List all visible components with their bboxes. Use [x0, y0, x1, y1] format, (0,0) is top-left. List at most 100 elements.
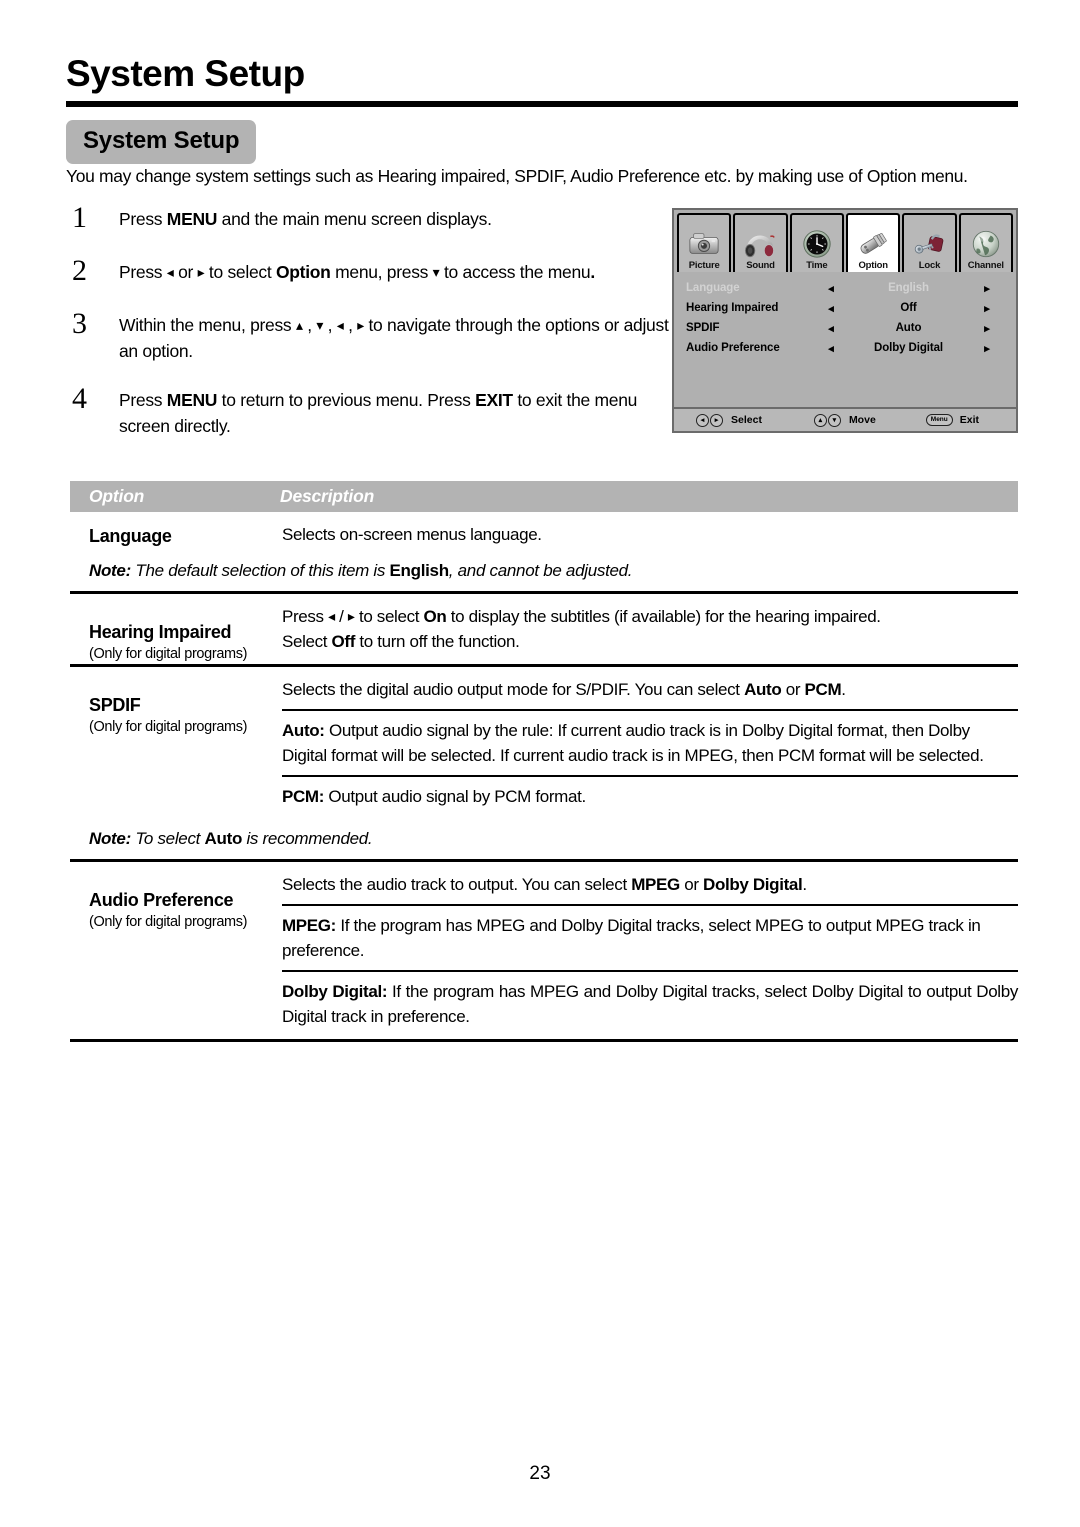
table-cell-option: Audio Preference (Only for digital progra…	[70, 862, 282, 1039]
step-text: Press MENU and the main menu screen disp…	[119, 209, 492, 229]
right-arrow-icon: ▸	[710, 413, 723, 427]
description-paragraph: PCM: Output audio signal by PCM format.	[282, 787, 586, 806]
plug-connector-icon	[860, 233, 887, 254]
instruction-step: 2 Press ◂ or ▸ to select Option menu, pre…	[72, 254, 672, 289]
step-text: Press ◂ or ▸ to select Option menu, pres…	[119, 262, 595, 282]
option-note: (Only for digital programs)	[89, 646, 248, 662]
title-divider	[66, 101, 1018, 107]
page-number: 23	[529, 1463, 551, 1484]
step-number: 3	[72, 307, 87, 340]
osd-option-row[interactable]: Hearing Impaired ◂ Off ▸	[674, 298, 1016, 318]
option-note: (Only for digital programs)	[89, 719, 248, 735]
table-row: Language Selects on-screen menus language…	[70, 512, 1018, 557]
osd-tab-sound[interactable]: Sound	[733, 213, 788, 272]
step-text: Within the menu, press ▴ , ▾ , ◂ , ▸ to …	[119, 315, 669, 361]
osd-option-list: Language ◂ English ▸ Hearing Impaired ◂ Off ▸ SP…	[674, 272, 1016, 358]
step-number: 4	[72, 382, 87, 415]
osd-tab-lock[interactable]: Lock	[902, 213, 957, 272]
table-cell-description: Selects the audio track to output. You c…	[282, 862, 1018, 1039]
section-chip: System Setup	[66, 120, 257, 164]
osd-option-label: SPDIF	[686, 322, 720, 334]
description-paragraph: MPEG: If the program has MPEG and Dolby …	[282, 916, 981, 960]
right-arrow-icon[interactable]: ▸	[971, 302, 1003, 315]
osd-footer-hints: ◂ ▸ Select ▴ ▾ Move Menu Exit	[674, 407, 1016, 431]
table-header-description: Description	[280, 486, 375, 506]
table-row: Hearing Impaired (Only for digital progra…	[70, 594, 1018, 664]
osd-option-label: Hearing Impaired	[686, 302, 779, 314]
osd-option-value: Off	[900, 302, 917, 314]
option-name: SPDIF	[89, 695, 141, 715]
osd-tab-option[interactable]: Option	[845, 213, 901, 272]
osd-tab-label: Option	[858, 260, 888, 271]
table-cell-description: Press ◂ / ▸ to select On to display the …	[282, 594, 1018, 664]
description-paragraph: Selects the digital audio output mode fo…	[282, 680, 846, 699]
description-divider	[282, 970, 1018, 972]
left-arrow-icon[interactable]: ◂	[816, 322, 846, 335]
osd-tab-picture[interactable]: Picture	[677, 213, 732, 272]
left-arrow-icon[interactable]: ◂	[816, 342, 846, 355]
table-header-option: Option	[89, 486, 145, 506]
option-name: Language	[89, 526, 172, 546]
osd-hint-select: ◂ ▸ Select	[696, 413, 762, 427]
table-note: Note: The default selection of this item…	[89, 561, 633, 580]
instruction-step: 3 Within the menu, press ▴ , ▾ , ◂ , ▸ to…	[72, 307, 672, 364]
osd-tab-label: Lock	[918, 260, 941, 271]
camera-icon	[689, 233, 719, 254]
osd-tab-channel[interactable]: Channel	[958, 213, 1013, 272]
osd-menu-screenshot: Picture Sound Time Option Lock Channel L…	[672, 208, 1018, 433]
osd-option-value: English	[888, 282, 929, 294]
padlock-key-icon	[915, 234, 944, 254]
description-paragraph: Dolby Digital: If the program has MPEG a…	[282, 982, 1018, 1026]
option-name: Audio Preference	[89, 890, 234, 910]
osd-tab-label: Time	[806, 260, 828, 271]
description-paragraph: Press ◂ / ▸ to select On to display the …	[282, 607, 881, 626]
instruction-step: 1 Press MENU and the main menu screen dis…	[72, 201, 672, 236]
osd-tab-time[interactable]: Time	[789, 213, 844, 272]
left-arrow-icon: ◂	[828, 282, 834, 295]
table-cell-description: Selects on-screen menus language.	[282, 512, 1018, 557]
menu-key-icon: Menu	[925, 414, 953, 426]
table-row: SPDIF (Only for digital programs) Selects …	[70, 667, 1018, 819]
instruction-step: 4 Press MENU to return to previous menu. …	[72, 382, 672, 439]
right-arrow-icon: ▸	[984, 282, 990, 295]
description-divider	[282, 904, 1018, 906]
clock-icon	[803, 230, 831, 258]
left-arrow-icon: ◂	[696, 413, 709, 427]
left-arrow-icon[interactable]: ◂	[816, 302, 846, 315]
step-text: Press MENU to return to previous menu. P…	[119, 390, 638, 436]
osd-option-value: Auto	[895, 322, 922, 334]
table-header-row: Option Description	[70, 481, 1018, 512]
osd-tab-bar: Picture Sound Time Option Lock Channel	[674, 210, 1016, 272]
table-note: Note: To select Auto is recommended.	[89, 829, 373, 848]
table-cell-option: Hearing Impaired (Only for digital progra…	[70, 594, 282, 664]
intro-paragraph: You may change system settings such as H…	[66, 166, 968, 186]
osd-option-label: Audio Preference	[686, 342, 780, 354]
description-paragraph: Selects on-screen menus language.	[282, 525, 542, 544]
globe-icon	[972, 230, 999, 258]
table-cell-option: SPDIF (Only for digital programs)	[70, 667, 282, 819]
table-row: Audio Preference (Only for digital progra…	[70, 862, 1018, 1039]
option-description-table: Option Description Language Selects on-sc…	[70, 481, 1018, 1042]
right-arrow-icon[interactable]: ▸	[971, 322, 1003, 335]
osd-tab-label: Picture	[688, 260, 720, 271]
option-name: Hearing Impaired	[89, 622, 232, 642]
description-divider	[282, 775, 1018, 777]
osd-option-row[interactable]: SPDIF ◂ Auto ▸	[674, 318, 1016, 338]
osd-option-row[interactable]: Audio Preference ◂ Dolby Digital ▸	[674, 338, 1016, 358]
down-arrow-icon: ▾	[827, 413, 841, 427]
osd-hint-select-label: Select	[731, 414, 762, 426]
up-arrow-icon: ▴	[813, 413, 827, 427]
table-row-divider	[70, 1039, 1018, 1042]
osd-hint-exit: Menu Exit	[925, 414, 979, 426]
instruction-steps: 1 Press MENU and the main menu screen dis…	[72, 201, 672, 462]
right-arrow-icon[interactable]: ▸	[971, 342, 1003, 355]
description-divider	[282, 709, 1018, 711]
osd-option-row: Language ◂ English ▸	[674, 278, 1016, 298]
step-number: 2	[72, 254, 87, 287]
page-title: System Setup	[66, 53, 305, 94]
osd-option-label: Language	[686, 282, 740, 294]
description-paragraph: Selects the audio track to output. You c…	[282, 875, 807, 894]
osd-hint-move: ▴ ▾ Move	[813, 413, 876, 427]
description-paragraph: Select Off to turn off the function.	[282, 632, 520, 651]
option-note: (Only for digital programs)	[89, 914, 248, 930]
